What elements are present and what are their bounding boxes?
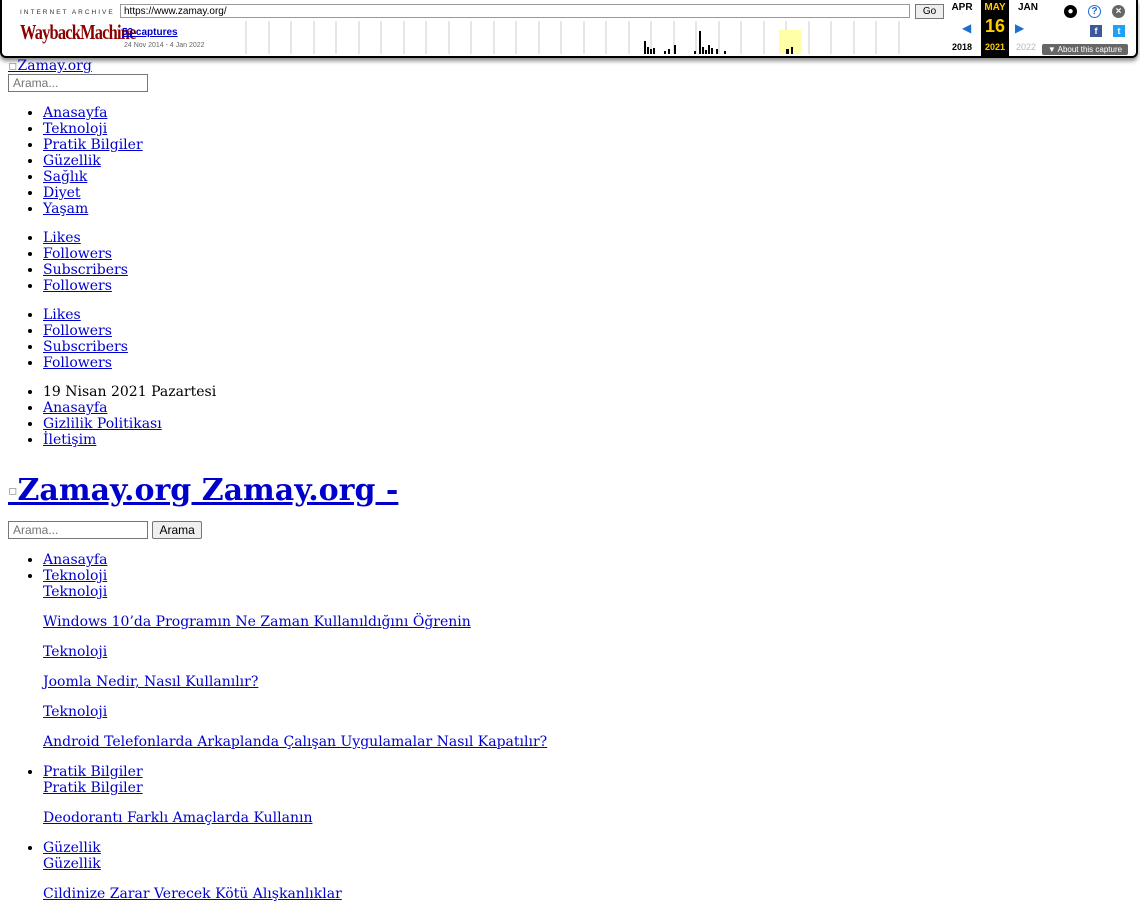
social-followers-link[interactable]: Followers (43, 355, 112, 371)
nav-link-pratik-bilgiler[interactable]: Pratik Bilgiler (43, 137, 143, 153)
nav-item: Güzellik (43, 153, 1128, 169)
post-category-link[interactable]: Teknoloji (43, 644, 1128, 660)
nav-link-anasayfa[interactable]: Anasayfa (43, 105, 107, 121)
twitter-icon[interactable]: t (1113, 25, 1125, 37)
menu-pratik-bilgiler-sub[interactable]: Pratik Bilgiler (43, 780, 143, 796)
about-capture-button[interactable]: ▼ About this capture (1042, 44, 1128, 55)
nav-item: Teknoloji (43, 121, 1128, 137)
nav-link-diyet[interactable]: Diyet (43, 185, 81, 201)
nav-link-saglik[interactable]: Sağlık (43, 169, 87, 185)
broken-image-icon: ▫ (8, 483, 18, 499)
prev-month[interactable]: APR (948, 2, 976, 13)
nav-item: Anasayfa (43, 105, 1128, 121)
menu-teknoloji[interactable]: Teknoloji (43, 568, 107, 584)
topbar-link-contact[interactable]: İletişim (43, 432, 96, 448)
prev-capture-arrow-icon[interactable]: ◀ (962, 21, 971, 35)
help-icon[interactable]: ? (1088, 5, 1101, 18)
nav-link-yasam[interactable]: Yaşam (43, 201, 88, 217)
search-form: Arama (8, 521, 1128, 539)
current-day: 16 (984, 16, 1006, 36)
user-icon[interactable]: ● (1064, 5, 1077, 18)
captures-link[interactable]: 53 captures (122, 27, 178, 38)
nav-item: Yaşam (43, 201, 1128, 217)
post-link[interactable]: Deodorantı Farklı Amaçlarda Kullanın (43, 810, 1128, 826)
go-button[interactable]: Go (915, 4, 944, 19)
close-icon[interactable]: × (1112, 5, 1125, 18)
nav-item: Diyet (43, 185, 1128, 201)
next-month[interactable]: JAN (1014, 2, 1042, 13)
social-likes-link[interactable]: Likes (43, 230, 81, 246)
site-title: ▫Zamay.org Zamay.org - (8, 474, 1128, 508)
main-nav: Anasayfa Teknoloji Pratik Bilgiler Güzel… (8, 105, 1128, 217)
search-input-2[interactable] (8, 521, 148, 539)
social-followers-link[interactable]: Followers (43, 323, 112, 339)
post-link[interactable]: Cildinize Zarar Verecek Kötü Alışkanlıkl… (43, 886, 1128, 902)
internet-archive-label: INTERNET ARCHIVE (20, 9, 115, 16)
site-title-link[interactable]: ▫Zamay.org Zamay.org - (8, 473, 398, 508)
social-subscribers-link[interactable]: Subscribers (43, 339, 128, 355)
social-followers-link[interactable]: Followers (43, 246, 112, 262)
topbar-link-privacy[interactable]: Gizlilik Politikası (43, 416, 162, 432)
search-button[interactable]: Arama (152, 521, 202, 539)
nav-link-teknoloji[interactable]: Teknoloji (43, 121, 107, 137)
nav-item: Pratik Bilgiler (43, 137, 1128, 153)
next-capture-arrow-icon[interactable]: ▶ (1015, 21, 1024, 35)
page-content: ▫Zamay.org Anasayfa Teknoloji Pratik Bil… (8, 58, 1128, 916)
prev-year[interactable]: 2018 (948, 42, 976, 52)
post-link[interactable]: Android Telefonlarda Arkaplanda Çalışan … (43, 734, 1128, 750)
social-likes-link[interactable]: Likes (43, 307, 81, 323)
nav-link-guzellik[interactable]: Güzellik (43, 153, 101, 169)
facebook-icon[interactable]: f (1090, 25, 1102, 37)
site-logo-link[interactable]: ▫Zamay.org (8, 58, 1128, 74)
next-year[interactable]: 2022 (1012, 42, 1040, 52)
social-subscribers-link[interactable]: Subscribers (43, 262, 128, 278)
social-counters-a: Likes Followers Subscribers Followers (8, 230, 1128, 294)
current-year: 2021 (984, 42, 1006, 52)
top-bar: 19 Nisan 2021 Pazartesi Anasayfa Gizlili… (8, 384, 1128, 448)
wayback-logo[interactable]: WaybackMachine (20, 20, 136, 45)
menu-pratik-bilgiler[interactable]: Pratik Bilgiler (43, 764, 143, 780)
menu-teknoloji-sub[interactable]: Teknoloji (43, 584, 107, 600)
post-link[interactable]: Joomla Nedir, Nasıl Kullanılır? (43, 674, 1128, 690)
social-followers-link[interactable]: Followers (43, 278, 112, 294)
search-input[interactable] (8, 74, 148, 92)
wayback-url-input[interactable] (120, 4, 910, 18)
menu-anasayfa[interactable]: Anasayfa (43, 552, 107, 568)
current-month: MAY (984, 2, 1006, 13)
wayback-toolbar: INTERNET ARCHIVE WaybackMachine Go 53 ca… (0, 0, 1138, 58)
capture-range: 24 Nov 2014 - 4 Jan 2022 (124, 42, 205, 49)
current-date: 19 Nisan 2021 Pazartesi (43, 384, 1128, 400)
logo-alt-text: Zamay.org (17, 58, 92, 74)
post-category-link[interactable]: Teknoloji (43, 704, 1128, 720)
post-link[interactable]: Windows 10’da Programın Ne Zaman Kullanı… (43, 614, 1128, 630)
menu-guzellik[interactable]: Güzellik (43, 840, 101, 856)
capture-sparkline[interactable] (224, 21, 914, 54)
broken-image-icon: ▫ (8, 58, 18, 74)
social-counters-b: Likes Followers Subscribers Followers (8, 307, 1128, 371)
menu-guzellik-sub[interactable]: Güzellik (43, 856, 101, 872)
site-title-text: Zamay.org Zamay.org - (17, 473, 399, 508)
mega-menu: Anasayfa Teknoloji Teknoloji Windows 10’… (8, 552, 1128, 902)
topbar-link-anasayfa[interactable]: Anasayfa (43, 400, 107, 416)
nav-item: Sağlık (43, 169, 1128, 185)
